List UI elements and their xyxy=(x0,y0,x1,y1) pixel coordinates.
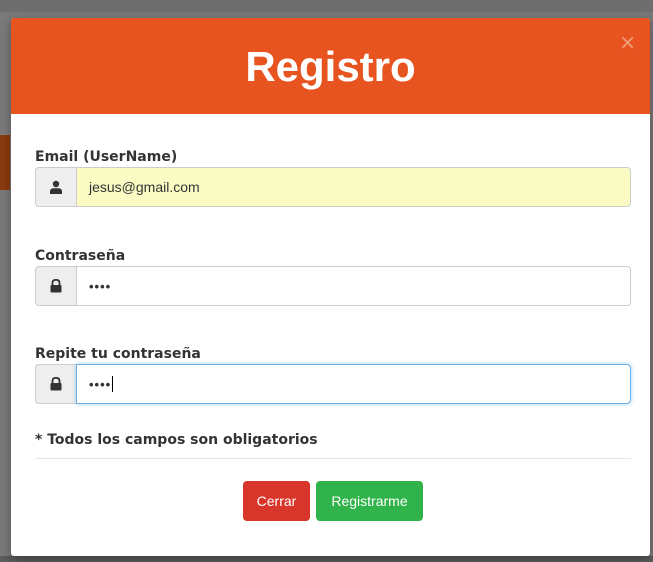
register-modal: Registro × Email (UserName) jesus@gmail.… xyxy=(11,18,650,556)
backdrop-top xyxy=(0,0,653,12)
modal-title: Registro xyxy=(245,43,416,90)
email-addon xyxy=(35,167,76,207)
divider xyxy=(35,458,631,459)
email-value: jesus@gmail.com xyxy=(89,179,200,195)
register-button[interactable]: Registrarme xyxy=(316,481,423,521)
user-icon xyxy=(49,180,63,194)
backdrop-bottom xyxy=(0,556,653,562)
cancel-button[interactable]: Cerrar xyxy=(243,481,310,521)
password-field[interactable]: •••• xyxy=(76,266,631,306)
email-input-group: jesus@gmail.com xyxy=(35,167,631,207)
required-note: * Todos los campos son obligatorios xyxy=(35,432,318,448)
text-caret xyxy=(112,376,114,392)
email-label: Email (UserName) xyxy=(35,149,178,165)
lock-icon xyxy=(50,279,62,293)
password-label: Contraseña xyxy=(35,248,126,264)
password-addon xyxy=(35,266,76,306)
password-repeat-field[interactable]: •••• xyxy=(76,364,631,404)
modal-header: Registro × xyxy=(11,18,650,114)
password-repeat-input-group: •••• xyxy=(35,364,631,404)
lock-icon xyxy=(50,377,62,391)
password-value: •••• xyxy=(89,278,112,294)
password-repeat-value: •••• xyxy=(89,376,112,392)
email-field[interactable]: jesus@gmail.com xyxy=(76,167,631,207)
backdrop-strip xyxy=(0,135,10,190)
close-icon[interactable]: × xyxy=(619,32,636,52)
password-input-group: •••• xyxy=(35,266,631,306)
password-repeat-addon xyxy=(35,364,76,404)
password-repeat-label: Repite tu contraseña xyxy=(35,346,201,362)
